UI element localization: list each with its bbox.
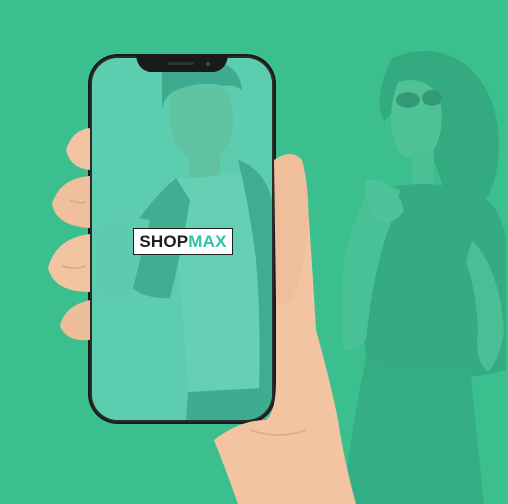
shopmax-logo: SHOP MAX xyxy=(133,228,233,255)
front-camera-icon xyxy=(205,61,211,67)
speaker-grille xyxy=(168,62,194,65)
logo-text-shop: SHOP xyxy=(139,232,189,251)
scene-illustration xyxy=(0,0,508,504)
splash-scene: SHOP MAX xyxy=(0,0,508,504)
logo-text-max: MAX xyxy=(188,232,227,251)
